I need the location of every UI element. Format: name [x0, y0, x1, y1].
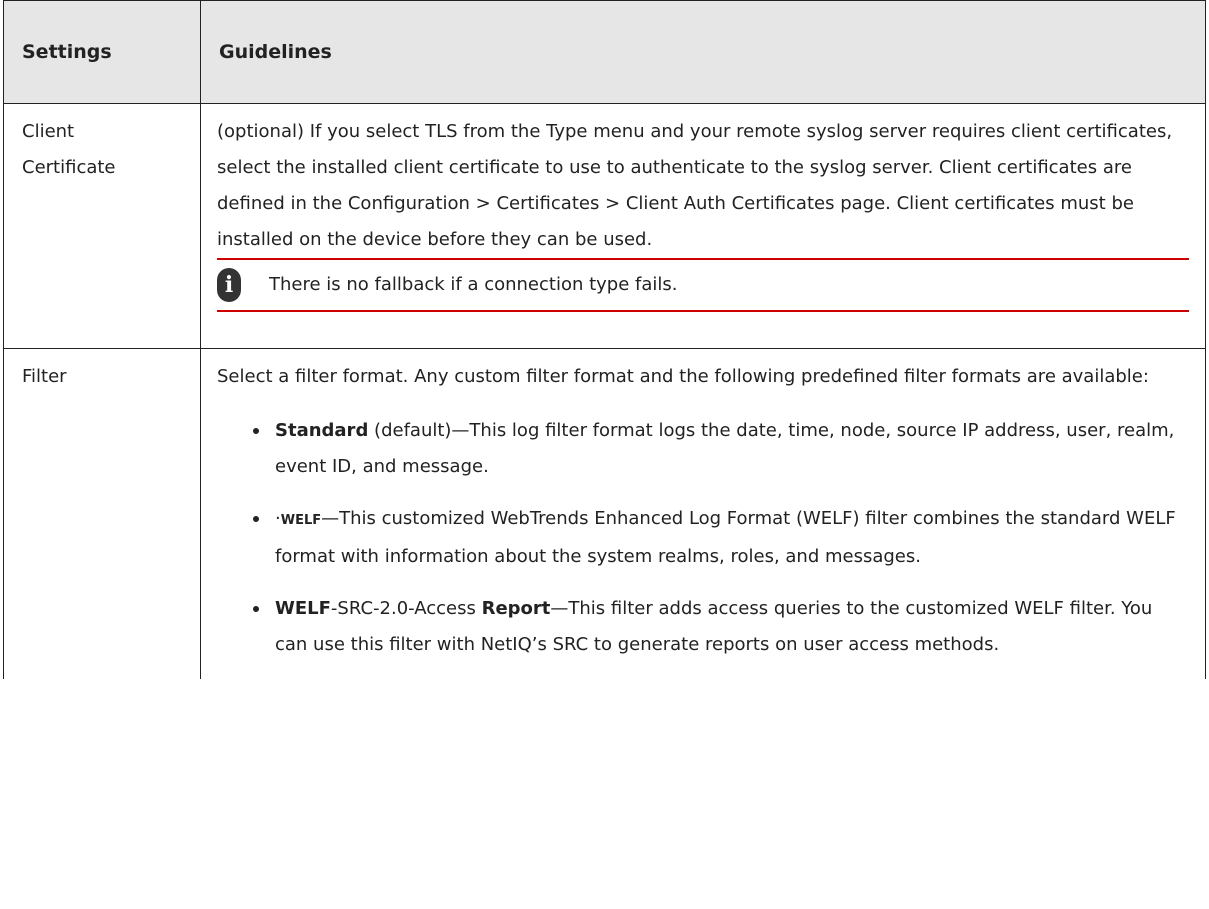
table-row-client-certificate: Client Certificate (optional) If you sel…: [3, 103, 1206, 349]
format-name: WELF: [280, 513, 322, 528]
format-name-suffix: Report: [481, 598, 551, 619]
list-item-welf: ·WELF—This customized WebTrends Enhanced…: [253, 501, 1189, 575]
list-item-standard: Standard (default)—This log filter forma…: [253, 413, 1189, 485]
setting-name-line: Certificate: [22, 157, 116, 178]
client-certificate-description: (optional) If you select TLS from the Ty…: [217, 121, 1173, 250]
settings-column-header: Settings: [3, 0, 201, 104]
list-item-welf-src-report: WELF-SRC-2.0-Access Report—This filter a…: [253, 591, 1189, 663]
guideline-cell: Select a filter format. Any custom filte…: [200, 348, 1206, 679]
setting-name-line: Filter: [22, 366, 67, 387]
guidelines-column-header: Guidelines: [200, 0, 1206, 104]
filter-format-list: Standard (default)—This log filter forma…: [217, 413, 1189, 663]
setting-name-cell: Filter: [3, 348, 201, 679]
format-name: Standard: [275, 420, 369, 441]
note-callout: i There is no fallback if a connection t…: [217, 258, 1189, 312]
setting-name-cell: Client Certificate: [3, 103, 201, 349]
setting-name-line: Client: [22, 121, 75, 142]
note-text: There is no fallback if a connection typ…: [269, 274, 678, 295]
settings-guidelines-table: Settings Guidelines Client Certificate (…: [3, 0, 1206, 679]
format-name-middle: -SRC-2.0-Access: [330, 598, 482, 619]
table-row-filter: Filter Select a filter format. Any custo…: [3, 348, 1206, 679]
info-icon: i: [217, 268, 241, 302]
format-name: WELF: [275, 598, 331, 619]
filter-description: Select a filter format. Any custom filte…: [217, 366, 1149, 387]
guideline-cell: (optional) If you select TLS from the Ty…: [200, 103, 1206, 349]
table-header-row: Settings Guidelines: [3, 0, 1206, 104]
format-description: (default)—This log filter format logs th…: [275, 420, 1175, 477]
format-description: —This customized WebTrends Enhanced Log …: [275, 508, 1176, 567]
